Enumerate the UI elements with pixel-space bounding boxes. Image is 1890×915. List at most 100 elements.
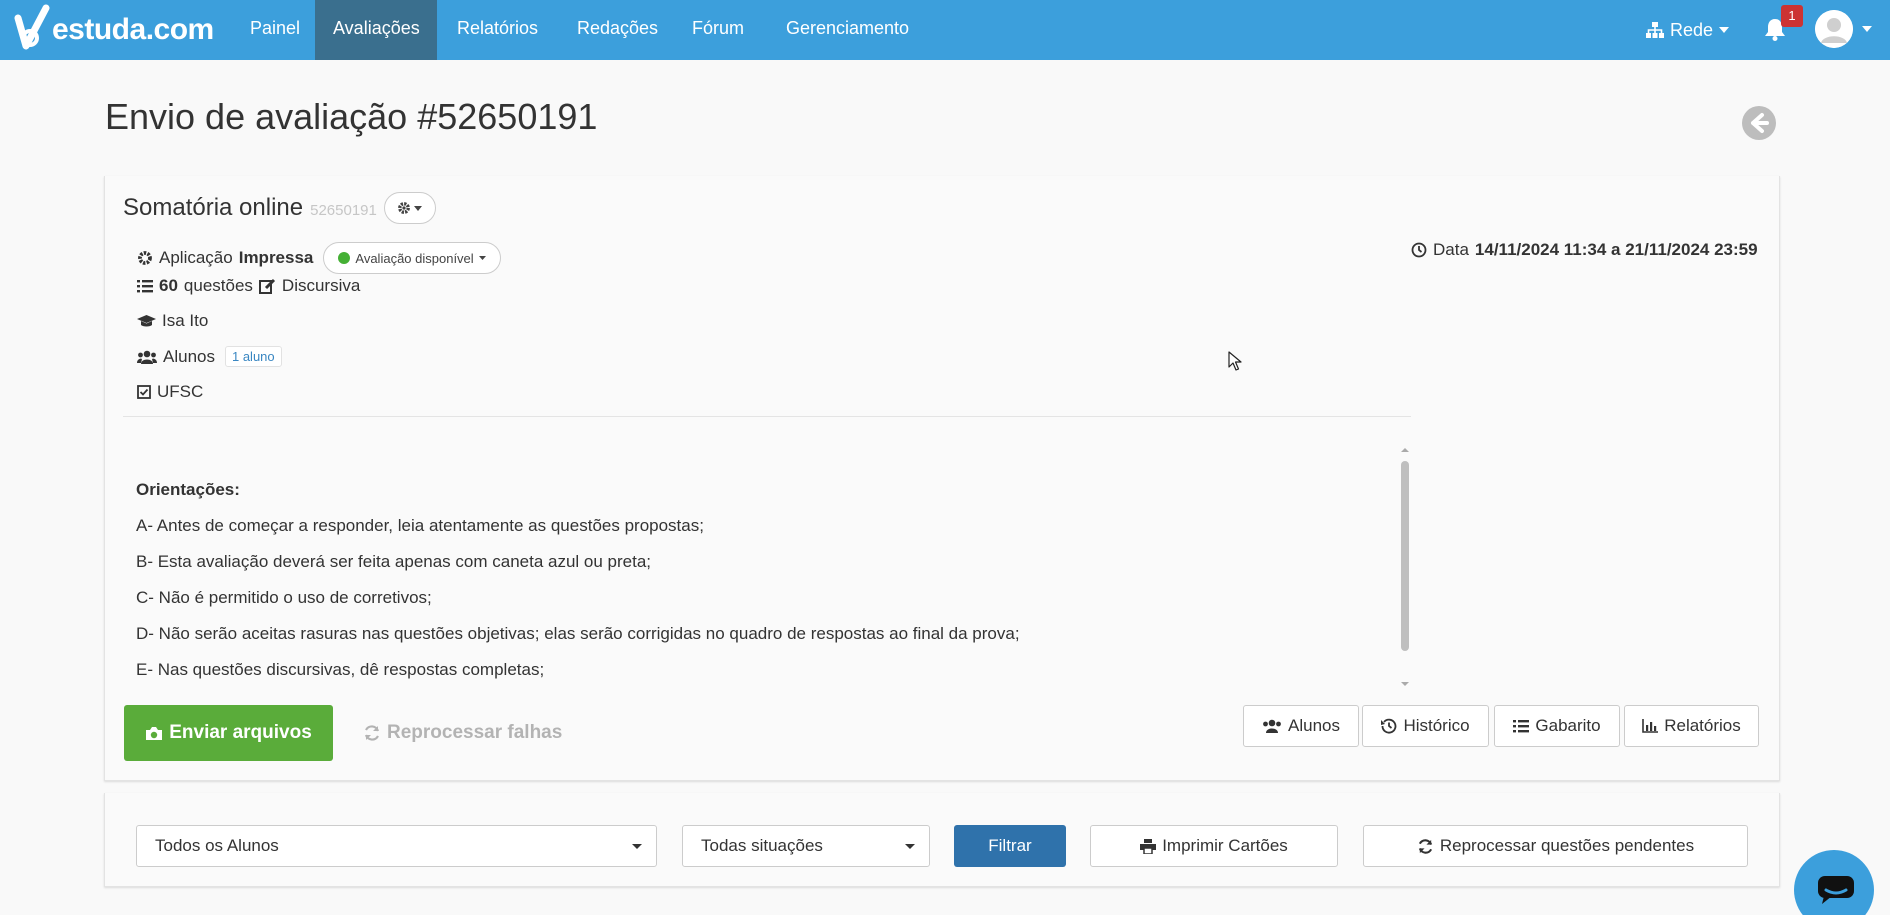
history-button[interactable]: Histórico [1362, 705, 1489, 747]
instruction-line: D- Não serão aceitas rasuras nas questõe… [136, 624, 1020, 643]
refresh-icon [1417, 838, 1434, 855]
date-range: 14/11/2024 11:34 a 21/11/2024 23:59 [1474, 240, 1758, 259]
evaluation-name: Somatória online [123, 194, 304, 221]
students-label: Alunos [163, 346, 215, 366]
scroll-thumb[interactable] [1401, 461, 1409, 651]
list-icon [137, 279, 153, 293]
answer-key-button[interactable]: Gabarito [1494, 705, 1620, 747]
camera-icon [145, 726, 163, 741]
chevron-down-icon [632, 844, 642, 849]
nav-forum[interactable]: Fórum [674, 0, 762, 60]
reports-button[interactable]: Relatórios [1624, 705, 1759, 747]
users-icon [137, 350, 157, 364]
instruction-line: E- Nas questões discursivas, dê resposta… [136, 660, 545, 679]
status-dot-icon [338, 252, 351, 264]
students-row: Alunos 1 aluno [137, 346, 282, 367]
students-count-badge[interactable]: 1 aluno [224, 346, 282, 367]
instructions-scrollbar[interactable] [1398, 446, 1412, 690]
reports-button-label: Relatórios [1664, 716, 1741, 735]
reprocess-pending-label: Reprocessar questões pendentes [1439, 836, 1695, 855]
filter-button[interactable]: Filtrar [954, 825, 1066, 867]
checkbox-icon [137, 385, 151, 399]
chat-bubble-icon[interactable] [1794, 850, 1874, 915]
nav-relatorios[interactable]: Relatórios [439, 0, 556, 60]
divider [123, 416, 1411, 417]
students-filter-value: Todos os Alunos [155, 836, 279, 855]
application-value: Impressa [238, 248, 314, 267]
graduation-cap-icon [137, 314, 156, 328]
user-menu-chevron-icon[interactable] [1862, 26, 1872, 32]
instructions-box[interactable]: Orientações: A- Antes de começar a respo… [123, 444, 1403, 690]
students-button[interactable]: Alunos [1243, 705, 1359, 747]
application-row: Aplicação Impressa Avaliação disponível [137, 242, 501, 274]
edit-icon [258, 278, 276, 294]
print-cards-button[interactable]: Imprimir Cartões [1090, 825, 1338, 867]
students-button-label: Alunos [1288, 716, 1340, 735]
print-cards-label: Imprimir Cartões [1162, 836, 1288, 855]
answer-key-button-label: Gabarito [1535, 716, 1601, 735]
nav-painel[interactable]: Painel [232, 0, 318, 60]
instruction-line: C- Não é permitido o uso de corretivos; [136, 588, 432, 607]
evaluation-panel: Somatória online 52650191 Aplicação Impr… [104, 176, 1780, 781]
teacher-row: Isa Ito [137, 311, 208, 331]
gear-icon [397, 201, 411, 215]
logo[interactable]: estuda.com [12, 2, 214, 58]
notification-badge[interactable]: 1 [1781, 5, 1803, 27]
top-navbar: estuda.com Painel Avaliações Relatórios … [0, 0, 1890, 60]
list-icon [1513, 719, 1530, 733]
date-row: Data 14/11/2024 11:34 a 21/11/2024 23:59 [1411, 240, 1758, 260]
status-label: Avaliação disponível [355, 250, 474, 266]
chevron-down-icon [414, 205, 423, 211]
history-button-label: Histórico [1403, 716, 1470, 735]
user-avatar-icon[interactable] [1815, 10, 1853, 48]
reprocess-failures-button[interactable]: Reprocessar falhas [363, 705, 562, 761]
status-dropdown[interactable]: Avaliação disponível [323, 242, 501, 274]
users-icon [1262, 719, 1282, 733]
printer-icon [1140, 838, 1157, 854]
network-dropdown[interactable]: Rede [1646, 0, 1730, 60]
instructions-title: Orientações: [136, 480, 240, 499]
situation-filter-select[interactable]: Todas situações [682, 825, 930, 867]
question-type: Discursiva [281, 276, 361, 295]
bar-chart-icon [1642, 719, 1659, 733]
instruction-line: A- Antes de começar a responder, leia at… [136, 516, 704, 535]
settings-dropdown-button[interactable] [383, 192, 436, 224]
institution-row: UFSC [137, 382, 203, 402]
nav-gerenciamento[interactable]: Gerenciamento [768, 0, 927, 60]
scroll-down-icon[interactable] [1398, 680, 1412, 688]
chevron-down-icon [1719, 27, 1730, 33]
network-label: Rede [1670, 20, 1714, 40]
chevron-down-icon [478, 256, 486, 260]
logo-text: estuda.com [52, 13, 214, 46]
cog-icon [137, 250, 153, 266]
reprocess-failures-label: Reprocessar falhas [387, 722, 563, 743]
logo-check-icon [12, 4, 50, 56]
instruction-line: B- Esta avaliação deverá ser feita apena… [136, 552, 652, 571]
filter-panel: Todos os Alunos Todas situações Filtrar … [104, 793, 1780, 887]
students-filter-select[interactable]: Todos os Alunos [136, 825, 657, 867]
application-label: Aplicação [159, 248, 233, 267]
history-icon [1381, 718, 1397, 734]
sitemap-icon [1646, 22, 1664, 38]
institution-name: UFSC [157, 382, 204, 401]
chevron-down-icon [905, 844, 915, 849]
clock-icon [1411, 242, 1427, 258]
refresh-icon [363, 724, 381, 742]
reprocess-pending-button[interactable]: Reprocessar questões pendentes [1363, 825, 1748, 867]
evaluation-id: 52650191 [310, 201, 377, 219]
nav-redacoes[interactable]: Redações [559, 0, 676, 60]
mouse-cursor-icon [1228, 351, 1242, 371]
questions-row: 60 questões Discursiva [137, 276, 360, 296]
questions-label: questões [183, 276, 253, 295]
upload-files-label: Enviar arquivos [169, 722, 312, 743]
arrow-left-circle-icon[interactable] [1742, 106, 1776, 140]
upload-files-button[interactable]: Enviar arquivos [124, 705, 333, 761]
scroll-up-icon[interactable] [1398, 446, 1412, 454]
question-count: 60 [159, 276, 178, 295]
page-title: Envio de avaliação #52650191 [105, 96, 598, 137]
teacher-name: Isa Ito [162, 311, 209, 330]
situation-filter-value: Todas situações [701, 836, 823, 855]
nav-avaliacoes[interactable]: Avaliações [315, 0, 437, 60]
evaluation-header: Somatória online 52650191 [123, 192, 436, 224]
date-label: Data [1433, 240, 1469, 259]
